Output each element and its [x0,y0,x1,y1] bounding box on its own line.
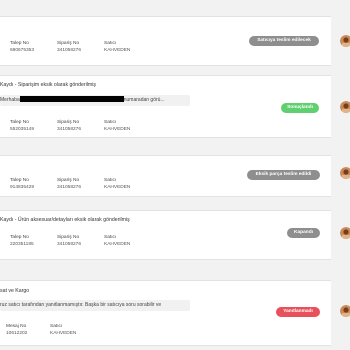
ticket-title: Kaydı - Siparişim eksik olarak gönderilm… [0,82,97,88]
seller-field: Satıcı KAHVEDEN [104,120,131,132]
order-number-field: Sipariş No 341058276 [57,178,82,190]
ticket-number-field: Talep No 552035149 [10,120,35,132]
ticket-number-field: Talep No 914835429 [10,178,35,190]
avatar [340,35,350,47]
order-number-field: Sipariş No 341058276 [57,41,82,53]
redacted-block [19,96,124,103]
ticket-message: ruz satıcı tarafından yanıtlanmamıştır. … [0,300,190,311]
status-badge[interactable]: Satıcıya teslim edilecek [249,36,319,46]
seller-field: Satıcı KAHVEDEN [104,235,131,247]
message-number-field: Mesaj No 10612202 [6,324,28,336]
status-badge[interactable]: Yanıtlanmadı [276,307,320,317]
status-badge[interactable]: Sonuçlandı [281,103,319,113]
avatar [340,227,350,239]
ticket-title: sat ve Kargo [0,288,30,294]
ticket-message: Merhaba numaradan görü... [0,95,190,106]
ticket-card[interactable]: Talep No 914835429 Sipariş No 341058276 … [0,155,331,197]
avatar [340,101,350,113]
ticket-title: Kaydı - Ürün aksesuar/detayları eksik ol… [0,217,130,223]
avatar [340,167,350,179]
avatar [340,305,350,317]
seller-field: Satıcı KAHVEDEN [104,178,131,190]
order-number-field: Sipariş No 341058276 [57,120,82,132]
order-number-field: Sipariş No 341058276 [57,235,82,247]
ticket-number-field: Talep No 220351185 [10,235,34,247]
ticket-card[interactable]: sat ve Kargo ruz satıcı tarafından yanıt… [0,280,331,346]
status-badge[interactable]: Kapandı [287,228,320,238]
seller-field: Satıcı KAHVEDEN [104,41,131,53]
ticket-number-field: Talep No 680675353 [10,41,35,53]
status-badge[interactable]: Eksik parça teslim edildi [247,170,320,180]
ticket-card[interactable]: Talep No 680675353 Sipariş No 341058276 … [0,16,331,66]
ticket-card[interactable]: Kaydı - Siparişim eksik olarak gönderilm… [0,75,331,138]
ticket-card[interactable]: Kaydı - Ürün aksesuar/detayları eksik ol… [0,210,331,260]
seller-field: Satıcı KAHVEDEN [50,324,77,336]
